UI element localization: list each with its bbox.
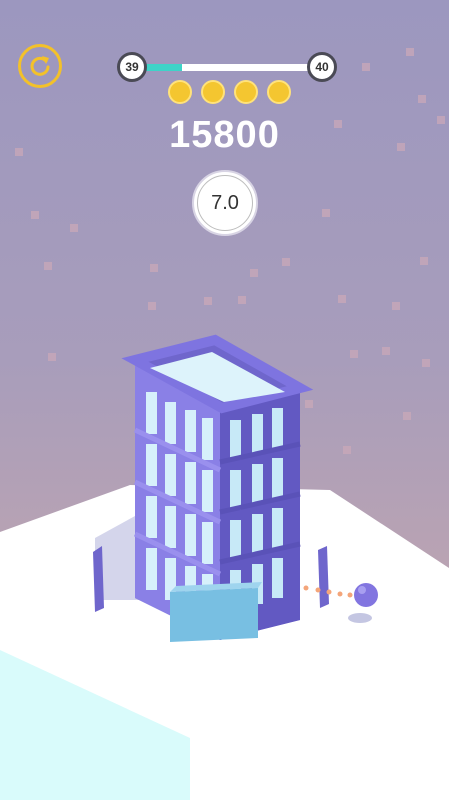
restart-icon — [30, 56, 50, 76]
coin-icon — [267, 80, 291, 104]
ball-shadow — [348, 613, 372, 623]
particle — [70, 224, 78, 232]
coin-icon — [168, 80, 192, 104]
particle — [204, 297, 212, 305]
particle — [44, 262, 52, 270]
particle — [420, 257, 428, 265]
level-progress-fill — [143, 64, 182, 71]
level-progress-track — [143, 64, 311, 71]
particle — [350, 350, 358, 358]
next-level-badge: 40 — [307, 52, 337, 82]
current-level-badge: 39 — [117, 52, 147, 82]
particle — [418, 95, 426, 103]
particle — [250, 269, 258, 277]
glass-block — [170, 588, 258, 642]
particle — [338, 295, 346, 303]
particle — [362, 63, 370, 71]
score: 15800 — [169, 114, 280, 156]
timer: 7.0 — [192, 170, 258, 236]
particle — [322, 209, 330, 217]
particle — [282, 258, 290, 266]
particle — [406, 48, 414, 56]
particle — [148, 302, 156, 310]
coin-icon — [201, 80, 225, 104]
particle — [48, 353, 56, 361]
coin-icon — [234, 80, 258, 104]
particle — [305, 400, 313, 408]
particle — [31, 211, 39, 219]
particle — [403, 412, 411, 420]
restart-button[interactable] — [18, 44, 62, 88]
particle — [150, 264, 158, 272]
particle — [238, 296, 246, 304]
ball[interactable] — [354, 583, 378, 607]
particle — [382, 347, 390, 355]
coin-row — [168, 80, 291, 104]
particle — [422, 359, 430, 367]
particle — [392, 302, 400, 310]
particle — [343, 446, 351, 454]
